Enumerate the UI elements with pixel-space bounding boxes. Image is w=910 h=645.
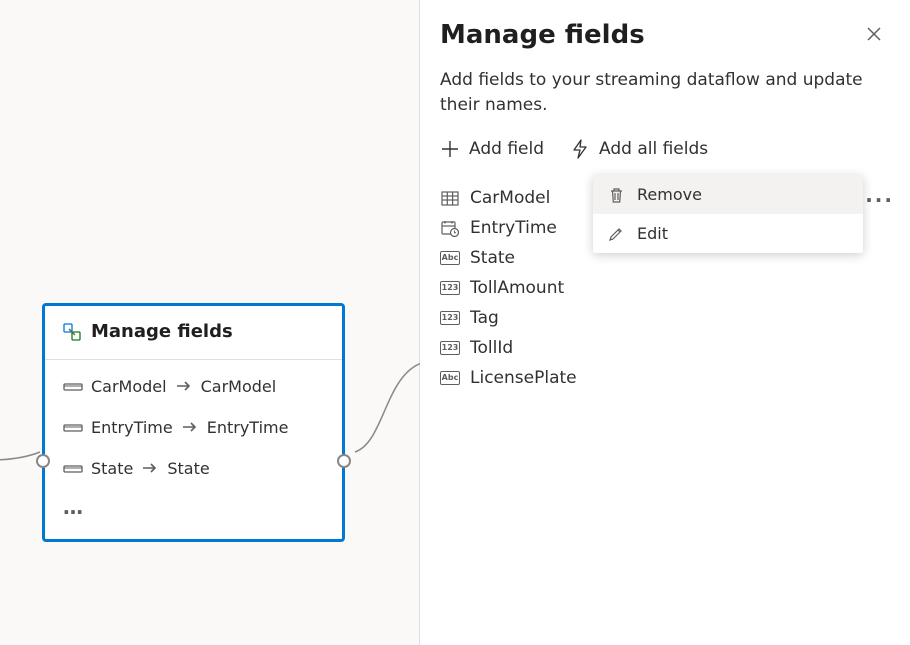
mapping-from: CarModel <box>91 377 167 396</box>
field-name: TollId <box>470 338 513 358</box>
field-name: Tag <box>470 308 499 328</box>
mapping-to: State <box>167 459 209 478</box>
add-all-fields-label: Add all fields <box>599 139 708 159</box>
mapping-to: CarModel <box>201 377 277 396</box>
edge-out <box>345 362 425 462</box>
field-item[interactable]: Abc LicensePlate <box>440 363 890 393</box>
field-item[interactable]: 123 TollId <box>440 333 890 363</box>
menu-remove-label: Remove <box>637 185 702 204</box>
node-body: CarModel CarModel EntryTime EntryTime <box>45 360 342 539</box>
arrow-right-icon <box>181 418 199 437</box>
text-type-icon: Abc <box>440 249 460 267</box>
field-name: State <box>470 248 515 268</box>
manage-fields-node[interactable]: Manage fields CarModel CarModel <box>42 303 345 542</box>
mapping-row[interactable]: State State <box>63 448 324 489</box>
number-type-icon: 123 <box>440 309 460 327</box>
field-more-button[interactable]: ··· <box>865 188 894 212</box>
plus-icon <box>440 139 460 159</box>
mapping-to: EntryTime <box>207 418 289 437</box>
manage-fields-icon <box>63 323 81 341</box>
node-input-port[interactable] <box>36 454 50 468</box>
mapping-from: EntryTime <box>91 418 173 437</box>
menu-edit[interactable]: Edit <box>593 214 863 253</box>
text-type-icon: Abc <box>440 369 460 387</box>
menu-remove[interactable]: Remove <box>593 175 863 214</box>
mapping-from: State <box>91 459 133 478</box>
flow-canvas[interactable]: Manage fields CarModel CarModel <box>0 0 420 645</box>
field-name: TollAmount <box>470 278 564 298</box>
add-all-fields-button[interactable]: Add all fields <box>570 139 708 159</box>
field-name: CarModel <box>470 188 550 208</box>
add-field-button[interactable]: Add field <box>440 139 544 159</box>
trash-icon <box>607 187 625 203</box>
column-icon <box>63 422 83 434</box>
menu-edit-label: Edit <box>637 224 668 243</box>
arrow-right-icon <box>175 377 193 396</box>
panel-actions: Add field Add all fields <box>440 139 890 159</box>
field-name: LicensePlate <box>470 368 577 388</box>
manage-fields-panel: Manage fields Add fields to your streami… <box>420 0 910 645</box>
node-title: Manage fields <box>91 321 233 342</box>
pencil-icon <box>607 226 625 242</box>
table-type-icon <box>440 189 460 207</box>
close-button[interactable] <box>858 18 890 50</box>
mapping-row[interactable]: EntryTime EntryTime <box>63 407 324 448</box>
app-root: Manage fields CarModel CarModel <box>0 0 910 645</box>
field-item[interactable]: 123 Tag <box>440 303 890 333</box>
node-output-port[interactable] <box>337 454 351 468</box>
field-item[interactable]: 123 TollAmount <box>440 273 890 303</box>
column-icon <box>63 381 83 393</box>
node-overflow[interactable]: … <box>63 489 324 529</box>
field-list: ··· Remove Edit <box>440 183 890 393</box>
panel-title: Manage fields <box>440 20 645 50</box>
field-name: EntryTime <box>470 218 557 238</box>
panel-header: Manage fields <box>440 18 890 50</box>
datetime-type-icon <box>440 219 460 237</box>
mapping-row[interactable]: CarModel CarModel <box>63 366 324 407</box>
field-context-menu: Remove Edit <box>593 175 863 253</box>
number-type-icon: 123 <box>440 279 460 297</box>
number-type-icon: 123 <box>440 339 460 357</box>
add-field-label: Add field <box>469 139 544 159</box>
arrow-right-icon <box>141 459 159 478</box>
node-header: Manage fields <box>45 306 342 360</box>
column-icon <box>63 463 83 475</box>
panel-description: Add fields to your streaming dataflow an… <box>440 68 890 117</box>
lightning-icon <box>570 139 590 159</box>
close-icon <box>867 27 881 41</box>
